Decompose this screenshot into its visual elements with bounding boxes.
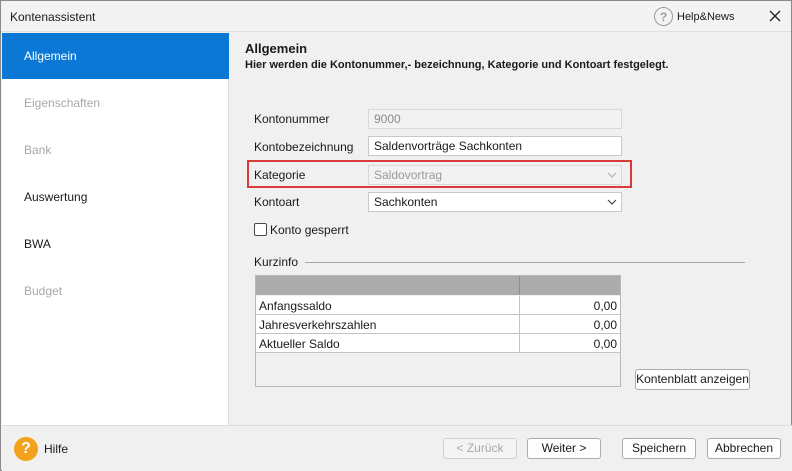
kontobezeichnung-label: Kontobezeichnung (254, 140, 354, 154)
row-value: 0,00 (593, 318, 617, 332)
sidebar: Allgemein Eigenschaften Bank Auswertung … (2, 33, 229, 425)
abbrechen-button[interactable]: Abbrechen (707, 438, 781, 459)
kategorie-select[interactable]: Saldovortrag (368, 165, 622, 185)
kurzinfo-label: Kurzinfo (254, 255, 299, 269)
speichern-button[interactable]: Speichern (622, 438, 696, 459)
sidebar-item-eigenschaften[interactable]: Eigenschaften (2, 80, 229, 126)
kontonummer-field[interactable]: 9000 (368, 109, 622, 129)
row-label: Aktueller Saldo (259, 337, 340, 351)
kontoart-select[interactable]: Sachkonten (368, 192, 622, 212)
help-news-label: Help&News (677, 10, 735, 23)
kategorie-value: Saldovortrag (374, 168, 443, 182)
kontenblatt-anzeigen-button[interactable]: Kontenblatt anzeigen (635, 369, 750, 390)
row-label: Anfangssaldo (259, 299, 332, 313)
help-question-icon: ? (654, 7, 673, 26)
help-news-button[interactable]: ? Help&News (654, 7, 734, 26)
close-icon[interactable] (765, 6, 785, 26)
table-row[interactable]: Jahresverkehrszahlen 0,00 (256, 315, 620, 334)
content-panel: Allgemein Hier werden die Kontonummer,- … (230, 33, 791, 425)
sidebar-item-allgemein[interactable]: Allgemein (2, 33, 229, 79)
kurzinfo-table: Anfangssaldo 0,00 Jahresverkehrszahlen 0… (255, 275, 621, 387)
konto-gesperrt-label: Konto gesperrt (270, 223, 349, 237)
sidebar-item-auswertung[interactable]: Auswertung (2, 174, 229, 220)
kurzinfo-divider (305, 262, 745, 263)
sidebar-item-budget[interactable]: Budget (2, 268, 229, 314)
chevron-down-icon (607, 172, 617, 178)
table-header (256, 276, 620, 295)
sidebar-item-bank[interactable]: Bank (2, 127, 229, 173)
row-value: 0,00 (593, 299, 617, 313)
weiter-button[interactable]: Weiter > (527, 438, 601, 459)
kontoart-label: Kontoart (254, 195, 300, 209)
kategorie-label: Kategorie (254, 168, 306, 182)
row-value: 0,00 (593, 337, 617, 351)
zurueck-button[interactable]: < Zurück (443, 438, 517, 459)
kontonummer-label: Kontonummer (254, 112, 330, 126)
window-title: Kontenassistent (10, 10, 96, 24)
chevron-down-icon (607, 199, 617, 205)
page-title: Allgemein (245, 41, 308, 56)
table-row[interactable]: Anfangssaldo 0,00 (256, 296, 620, 315)
page-subtitle: Hier werden die Kontonummer,- bezeichnun… (245, 59, 669, 71)
sidebar-item-bwa[interactable]: BWA (2, 221, 229, 267)
konto-gesperrt-checkbox[interactable] (254, 223, 267, 236)
title-bar: Kontenassistent ? Help&News (1, 1, 791, 32)
row-label: Jahresverkehrszahlen (259, 318, 377, 332)
table-row[interactable]: Aktueller Saldo 0,00 (256, 334, 620, 353)
hilfe-label[interactable]: Hilfe (44, 442, 68, 456)
help-question-icon[interactable]: ? (14, 437, 38, 461)
kontobezeichnung-field[interactable]: Saldenvorträge Sachkonten (368, 136, 622, 156)
kontoart-value: Sachkonten (374, 195, 438, 209)
kontenassistent-window: Kontenassistent ? Help&News Allgemein Ei… (0, 0, 792, 471)
footer-bar: ? Hilfe < Zurück Weiter > Speichern Abbr… (2, 425, 792, 471)
